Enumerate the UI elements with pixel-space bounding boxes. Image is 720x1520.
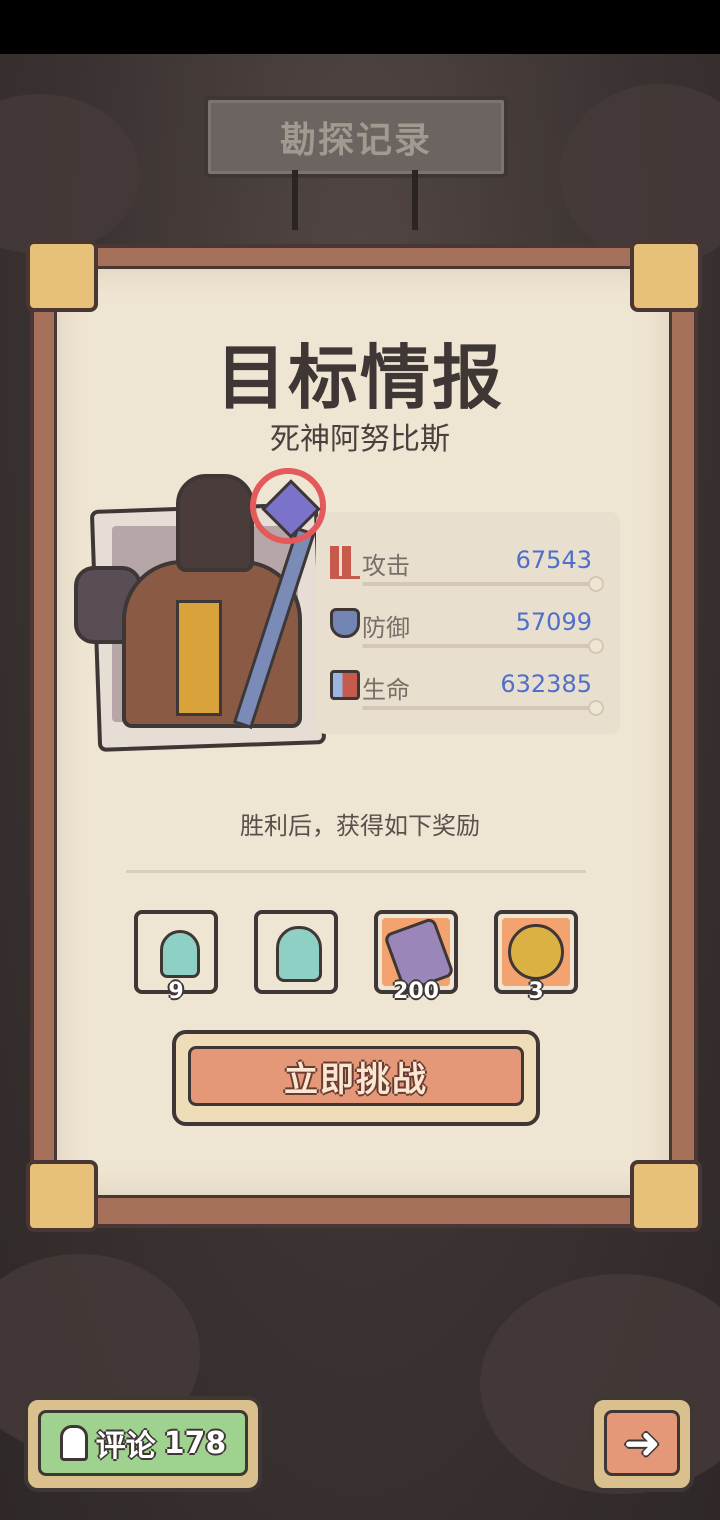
reward-item[interactable]: 9 bbox=[134, 910, 218, 1004]
header-title: 勘探记录 bbox=[279, 120, 432, 161]
stat-value: 67543 bbox=[515, 546, 592, 574]
boss-head bbox=[176, 474, 254, 572]
stat-dot bbox=[588, 700, 604, 716]
stat-value: 57099 bbox=[515, 608, 592, 636]
reward-text: 胜利后，获得如下奖励 bbox=[240, 812, 480, 840]
rope bbox=[412, 170, 418, 230]
stat-label: 生命 bbox=[362, 676, 410, 704]
stat-divider bbox=[362, 644, 600, 648]
target-name: 死神阿努比斯 bbox=[270, 422, 450, 457]
boss-ornament bbox=[176, 600, 222, 716]
challenge-label: 立即挑战 bbox=[284, 1059, 428, 1100]
reward-item[interactable] bbox=[254, 910, 338, 994]
reward-item[interactable]: 3 bbox=[494, 910, 578, 1004]
comment-label: 评论 bbox=[95, 1429, 156, 1464]
stat-value: 632385 bbox=[500, 670, 592, 698]
comment-button[interactable]: 评论 178 bbox=[24, 1396, 262, 1492]
challenge-button[interactable]: 立即挑战 bbox=[172, 1030, 540, 1126]
comment-count: 178 bbox=[163, 1425, 227, 1461]
next-button[interactable]: ➜ bbox=[590, 1396, 694, 1492]
corner-bracket bbox=[630, 240, 702, 312]
yin-yang-coin-icon bbox=[508, 924, 564, 980]
stat-attack: 攻击 67543 bbox=[330, 542, 604, 592]
corner-bracket bbox=[26, 240, 98, 312]
target-reticle-icon bbox=[250, 468, 326, 544]
reward-item[interactable]: 200 bbox=[374, 910, 458, 1004]
ghost-icon bbox=[276, 926, 322, 982]
reward-count: 3 bbox=[528, 979, 544, 1004]
corner-bracket bbox=[26, 1160, 98, 1232]
status-bar bbox=[0, 0, 720, 54]
challenge-button-face: 立即挑战 bbox=[188, 1046, 524, 1106]
stat-dot bbox=[588, 638, 604, 654]
stat-divider bbox=[362, 706, 600, 710]
small-ghost-icon bbox=[160, 930, 200, 978]
stat-label: 攻击 bbox=[362, 552, 410, 580]
stat-health: 生命 632385 bbox=[330, 666, 604, 716]
health-icon bbox=[330, 670, 360, 700]
reward-count: 200 bbox=[393, 979, 439, 1004]
corner-bracket bbox=[630, 1160, 702, 1232]
panel-title: 目标情报 bbox=[216, 337, 504, 419]
rope bbox=[292, 170, 298, 230]
stat-dot bbox=[588, 576, 604, 592]
stat-defense: 防御 57099 bbox=[330, 604, 604, 654]
reward-count: 9 bbox=[168, 979, 184, 1004]
divider bbox=[126, 870, 586, 873]
defense-icon bbox=[330, 608, 360, 638]
arrow-right-icon: ➜ bbox=[604, 1410, 680, 1476]
stat-label: 防御 bbox=[362, 614, 410, 642]
quill-ink-icon bbox=[59, 1425, 88, 1461]
attack-icon bbox=[330, 546, 360, 579]
comment-button-face: 评论 178 bbox=[38, 1410, 248, 1476]
header-plaque: 勘探记录 bbox=[204, 96, 508, 178]
stat-divider bbox=[362, 582, 600, 586]
